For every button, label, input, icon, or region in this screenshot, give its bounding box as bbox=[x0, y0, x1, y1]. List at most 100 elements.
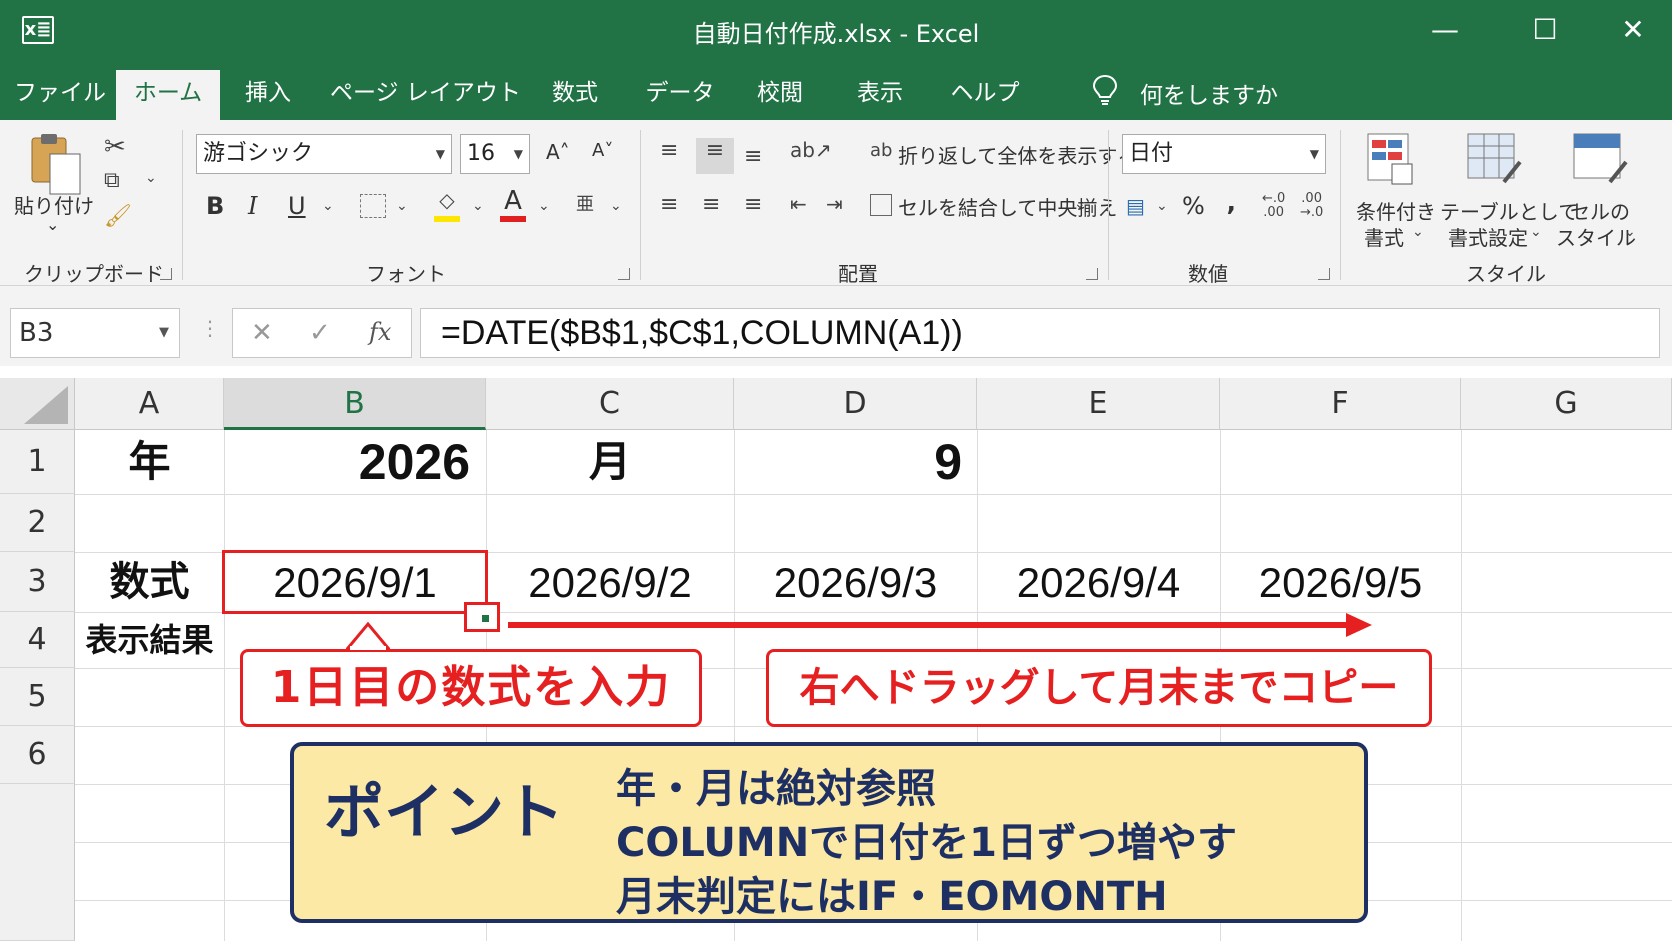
chevron-down-icon[interactable]: ⌄ bbox=[472, 198, 484, 214]
row-header-6[interactable]: 6 bbox=[0, 726, 75, 784]
underline-button[interactable]: U bbox=[288, 192, 306, 220]
row-header-5[interactable]: 5 bbox=[0, 668, 75, 726]
cell-B1[interactable]: 2026 bbox=[224, 430, 470, 494]
chevron-down-icon[interactable]: ⌄ bbox=[396, 198, 408, 214]
column-header-G[interactable]: G bbox=[1461, 378, 1672, 430]
cell-A1[interactable]: 年 bbox=[75, 430, 224, 494]
grow-font-button[interactable]: A˄ bbox=[546, 140, 570, 164]
align-middle-icon[interactable]: ≡ bbox=[696, 138, 734, 174]
chevron-down-icon[interactable]: ⌄ bbox=[1074, 196, 1086, 212]
wrap-text-button[interactable]: 折り返して全体を表示する bbox=[898, 140, 1137, 169]
paste-icon[interactable] bbox=[26, 132, 86, 198]
tab-home[interactable]: ホーム bbox=[116, 70, 220, 120]
row-header-3[interactable]: 3 bbox=[0, 552, 75, 612]
cell-F3[interactable]: 2026/9/5 bbox=[1220, 552, 1461, 612]
cell-A3[interactable]: 数式 bbox=[75, 552, 224, 612]
cell-C1[interactable]: 月 bbox=[486, 430, 734, 494]
chevron-down-icon[interactable]: ⌄ bbox=[1412, 224, 1424, 240]
copy-icon[interactable]: ⧉ bbox=[104, 168, 120, 193]
format-as-table-button-line2[interactable]: 書式設定 bbox=[1448, 222, 1528, 251]
fill-handle[interactable] bbox=[482, 615, 489, 622]
font-color-icon[interactable]: A bbox=[498, 186, 528, 222]
merge-icon[interactable] bbox=[870, 194, 892, 216]
orientation-icon[interactable]: ab↗ bbox=[790, 138, 832, 162]
phonetic-guide-icon[interactable]: 亜 bbox=[576, 190, 594, 216]
row-header-4[interactable]: 4 bbox=[0, 612, 75, 668]
tab-data[interactable]: データ bbox=[640, 70, 720, 120]
cell-D3[interactable]: 2026/9/3 bbox=[734, 552, 977, 612]
column-header-A[interactable]: A bbox=[75, 378, 224, 430]
copy-dropdown-icon[interactable]: ⌄ bbox=[145, 170, 157, 186]
conditional-formatting-button-line2[interactable]: 書式 bbox=[1364, 222, 1404, 251]
enter-icon[interactable]: ✓ bbox=[309, 318, 331, 348]
increase-indent-icon[interactable]: ⇥ bbox=[826, 192, 843, 216]
tab-review[interactable]: 校閲 bbox=[745, 70, 815, 120]
borders-icon[interactable] bbox=[360, 194, 386, 218]
fill-handle-highlight[interactable] bbox=[464, 602, 500, 632]
close-button[interactable]: ✕ bbox=[1608, 10, 1658, 50]
fill-color-icon[interactable]: ◇ bbox=[432, 188, 462, 222]
align-bottom-icon[interactable]: ≡ bbox=[744, 144, 762, 169]
shrink-font-button[interactable]: A˅ bbox=[592, 140, 613, 161]
cut-icon[interactable]: ✂ bbox=[104, 132, 126, 162]
tab-file[interactable]: ファイル bbox=[10, 70, 110, 120]
minimize-button[interactable]: — bbox=[1420, 10, 1470, 50]
bold-button[interactable]: B bbox=[206, 192, 224, 220]
cell-A4[interactable]: 表示結果 bbox=[75, 612, 224, 668]
row-header-2[interactable]: 2 bbox=[0, 494, 75, 552]
number-format-select[interactable]: 日付 ▼ bbox=[1122, 134, 1326, 174]
row-header-1[interactable]: 1 bbox=[0, 430, 75, 494]
cancel-icon[interactable]: ✕ bbox=[251, 318, 273, 348]
align-top-icon[interactable]: ≡ bbox=[660, 138, 678, 163]
percent-style-button[interactable]: % bbox=[1182, 192, 1205, 220]
italic-button[interactable]: I bbox=[248, 192, 257, 220]
align-left-icon[interactable]: ≡ bbox=[660, 192, 678, 217]
accounting-format-icon[interactable]: ▤ bbox=[1126, 194, 1145, 218]
wrap-text-icon[interactable]: ab bbox=[870, 140, 892, 161]
conditional-formatting-button[interactable]: 条件付き bbox=[1356, 196, 1436, 225]
column-header-C[interactable]: C bbox=[486, 378, 734, 430]
cell-C3[interactable]: 2026/9/2 bbox=[486, 552, 734, 612]
insert-function-icon[interactable]: fx bbox=[369, 318, 391, 346]
chevron-down-icon[interactable]: ⌄ bbox=[610, 198, 622, 214]
chevron-down-icon[interactable]: ⌄ bbox=[1530, 224, 1542, 240]
tab-help[interactable]: ヘルプ bbox=[945, 70, 1025, 120]
tab-page-layout[interactable]: ページ レイアウト bbox=[330, 70, 521, 120]
cell-D1[interactable]: 9 bbox=[734, 430, 962, 494]
chevron-down-icon[interactable]: ⌄ bbox=[322, 198, 334, 214]
increase-decimal-icon[interactable]: ←.0.00 bbox=[1262, 192, 1285, 220]
decrease-indent-icon[interactable]: ⇤ bbox=[790, 192, 807, 216]
paste-dropdown[interactable]: ⌄ bbox=[46, 215, 59, 234]
column-header-D[interactable]: D bbox=[734, 378, 977, 430]
cell-styles-button[interactable]: セルの bbox=[1570, 196, 1630, 225]
number-launcher-icon[interactable] bbox=[1318, 268, 1330, 280]
font-name-select[interactable]: 游ゴシック ▼ bbox=[196, 134, 452, 174]
maximize-button[interactable]: ☐ bbox=[1520, 10, 1570, 50]
cell-E3[interactable]: 2026/9/4 bbox=[977, 552, 1220, 612]
comma-style-button[interactable]: ‚ bbox=[1226, 188, 1236, 218]
tab-insert[interactable]: 挿入 bbox=[228, 70, 308, 120]
alignment-launcher-icon[interactable] bbox=[1086, 268, 1098, 280]
select-all-button[interactable] bbox=[0, 378, 75, 430]
font-size-select[interactable]: 16 ▼ bbox=[460, 134, 530, 174]
chevron-down-icon[interactable]: ⌄ bbox=[1624, 224, 1636, 240]
clipboard-launcher-icon[interactable] bbox=[160, 268, 172, 280]
format-as-table-icon[interactable] bbox=[1466, 132, 1522, 186]
cell-styles-icon[interactable] bbox=[1572, 132, 1628, 186]
conditional-formatting-icon[interactable] bbox=[1366, 132, 1416, 186]
chevron-down-icon[interactable]: ⌄ bbox=[1156, 198, 1168, 214]
tab-view[interactable]: 表示 bbox=[845, 70, 915, 120]
align-right-icon[interactable]: ≡ bbox=[744, 192, 762, 217]
formula-input[interactable]: =DATE($B$1,$C$1,COLUMN(A1)) bbox=[420, 308, 1660, 358]
tab-formulas[interactable]: 数式 bbox=[540, 70, 610, 120]
tell-me-search[interactable]: 何をしますか bbox=[1140, 76, 1278, 110]
name-box[interactable]: B3 ▼ bbox=[10, 308, 180, 358]
format-painter-icon[interactable]: 🖌 bbox=[104, 204, 132, 229]
format-as-table-button[interactable]: テーブルとして bbox=[1440, 196, 1578, 225]
column-header-F[interactable]: F bbox=[1220, 378, 1461, 430]
decrease-decimal-icon[interactable]: .00 →.0 bbox=[1300, 192, 1323, 220]
column-header-E[interactable]: E bbox=[977, 378, 1220, 430]
chevron-down-icon[interactable]: ⌄ bbox=[538, 198, 550, 214]
column-header-B[interactable]: B bbox=[224, 378, 486, 430]
font-launcher-icon[interactable] bbox=[618, 268, 630, 280]
